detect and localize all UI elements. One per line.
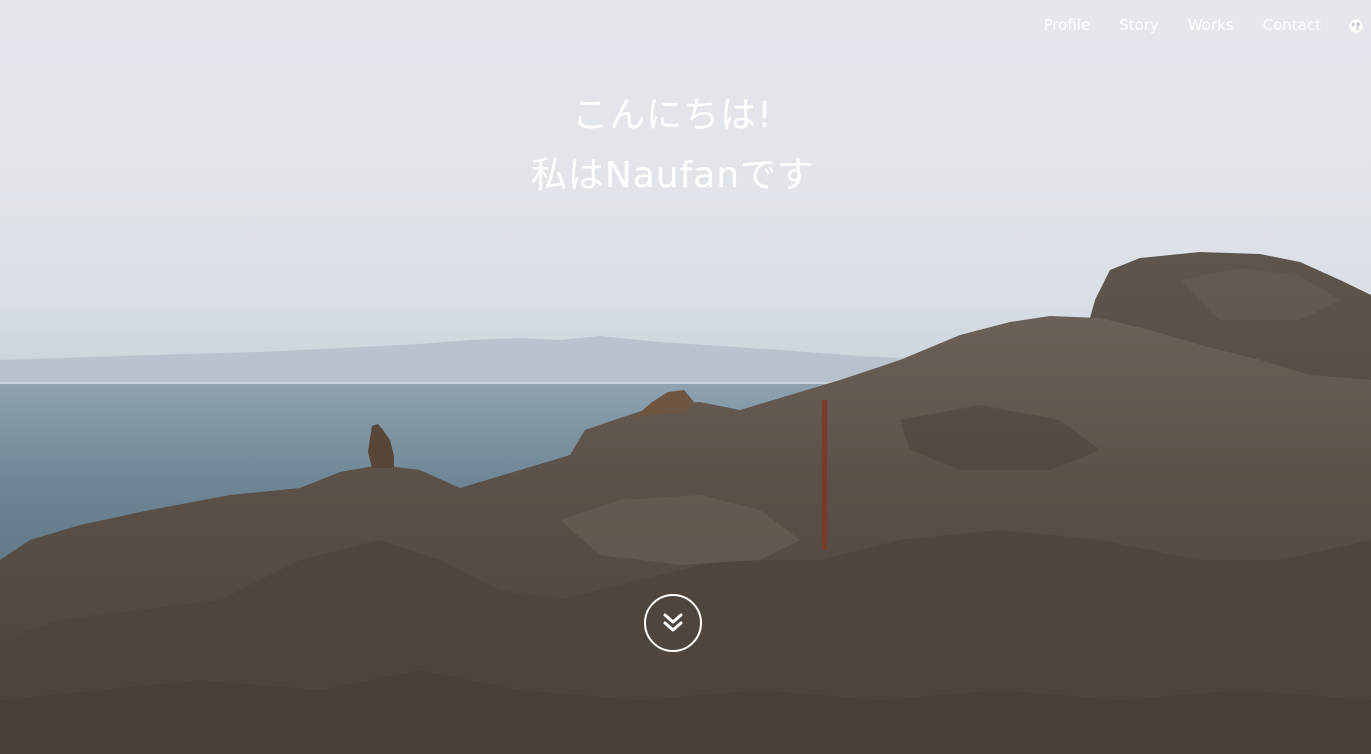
greeting: こんにちは! 私はNaufanです	[0, 86, 1345, 206]
nav-link-profile[interactable]: Profile	[1044, 0, 1091, 50]
scroll-down-button[interactable]	[644, 594, 702, 652]
double-chevron-down-icon	[663, 613, 683, 632]
greeting-line-1: こんにちは!	[572, 95, 773, 136]
greeting-line-2: 私はNaufanです	[530, 155, 815, 196]
top-navbar: Profile Story Works Contact	[1015, 0, 1371, 50]
globe-icon[interactable]	[1349, 18, 1363, 33]
nav-link-story[interactable]: Story	[1119, 0, 1159, 50]
nav-link-works[interactable]: Works	[1188, 0, 1234, 50]
red-pole	[822, 400, 827, 550]
nav-link-contact[interactable]: Contact	[1263, 0, 1321, 50]
hero-section: Profile Story Works Contact こんにちは! 私はNau…	[0, 0, 1371, 754]
